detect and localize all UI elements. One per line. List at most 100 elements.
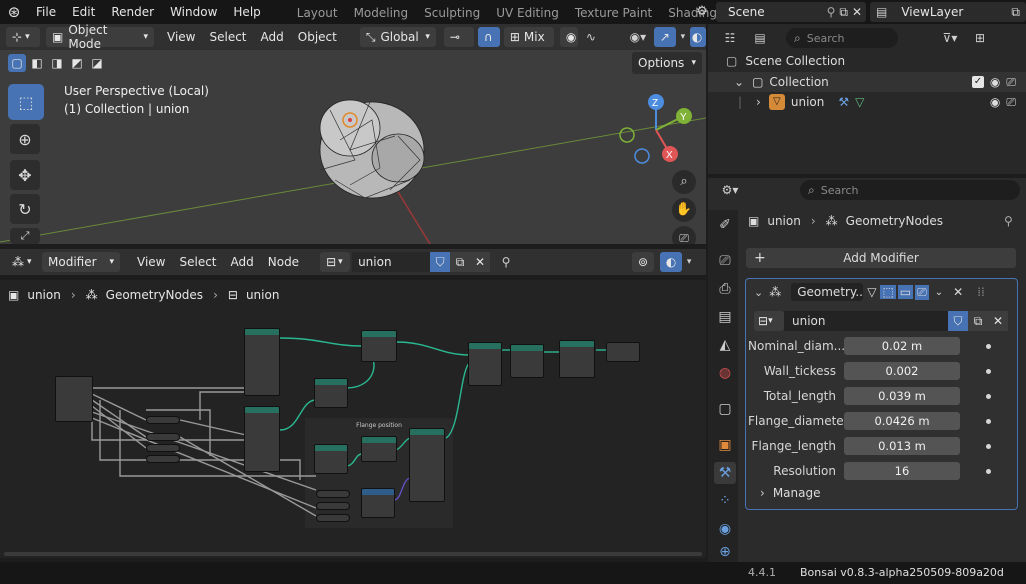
pivot-dropdown[interactable]: ⊸ [443,27,474,47]
viewport-display-toggle-icon[interactable]: ▭ [897,285,914,299]
transform-geometry-node[interactable] [409,428,445,502]
display-mode-icon[interactable]: ▤ [750,28,770,48]
falloff-icon[interactable]: ∿ [578,27,604,47]
edit-mode-toggle-icon[interactable]: ▽ [867,285,876,299]
param-value-field[interactable]: 16 [844,462,960,480]
node-menu-select[interactable]: Select [172,255,223,269]
visibility-icon[interactable]: ◉▾ [622,27,654,47]
merge-by-distance-node[interactable] [510,344,544,378]
divide-math-node-2[interactable] [146,444,180,452]
tab-sculpting[interactable]: Sculpting [416,0,488,24]
orientation-dropdown[interactable]: ⤡ Global ▾ [359,27,436,47]
tab-layout[interactable]: Layout [289,0,346,24]
node-snap-icon[interactable]: ⊚ [632,252,655,272]
3d-viewport[interactable]: ⬚ ⊕ ✥ ↻ ⤢ ▢ ◧ ◨ ◩ ◪ User Perspective (Lo… [0,50,706,244]
proportional-edit-toggle[interactable]: ◉ [559,27,578,47]
mesh-boolean-node[interactable] [468,342,502,386]
menu-view[interactable]: View [160,30,202,44]
options-dropdown[interactable]: Options ▾ [632,52,702,74]
keyframe-dot-icon[interactable] [986,443,991,449]
keyframe-dot-icon[interactable] [986,468,991,474]
gizmo-toggle[interactable]: ↗ [653,27,676,47]
curve-to-mesh-node[interactable] [361,330,397,362]
divide-math-node-4[interactable] [316,514,350,522]
node-pin-icon[interactable]: ⚲ [496,252,516,272]
param-value-field[interactable]: 0.013 m [844,437,960,455]
cursor-tool-button[interactable]: ⊕ [10,124,40,154]
overlay-toggle[interactable]: ◐ [689,27,706,47]
divide-math-node[interactable] [146,416,180,424]
modifier-tab-icon[interactable]: ⚒ [714,462,736,484]
node-group-name-field[interactable]: union [352,252,431,272]
duplicate-node-group-icon[interactable]: ⧉ [450,252,471,272]
physics-tab-icon[interactable]: ◉ [714,518,736,540]
param-value-field[interactable]: 0.002 [844,362,960,380]
tool-tab-icon[interactable]: ✐ [714,214,736,236]
zoom-icon[interactable]: ⌕ [672,170,696,194]
properties-pin-icon[interactable]: ⚲ [1004,214,1013,228]
duplicate-node-group-icon[interactable]: ⧉ [968,311,988,331]
node-editor-type-button[interactable]: ⁂ ▾ [6,252,38,272]
tab-modeling[interactable]: Modeling [346,0,417,24]
expand-arrow-icon[interactable]: › [756,95,761,109]
new-view-layer-icon[interactable]: ⧉ [1011,5,1020,20]
group-output-node[interactable] [606,342,640,362]
unlink-node-group-icon[interactable]: ✕ [470,252,491,272]
render-tab-icon[interactable]: ⎚ [714,250,736,272]
node-group-name-field[interactable]: union [784,311,948,331]
view-layer-selector[interactable]: ▤ ViewLayer ⧉ [870,2,1026,22]
divide-math-node-3[interactable] [316,490,350,498]
pin-icon[interactable]: ⚲ [827,5,836,19]
combine-xyz-node[interactable] [361,488,395,518]
select-invert-icon[interactable]: ◩ [68,54,86,72]
multiply-math-node[interactable] [146,455,180,463]
snap-toggle[interactable]: ∩ [477,27,500,47]
world-tab-icon[interactable]: ◍ [714,362,736,384]
curve-circle-node[interactable] [314,378,348,408]
eye-icon[interactable]: ◉ [990,75,1000,89]
add-modifier-button[interactable]: + Add Modifier [746,248,1016,268]
drag-handle-icon[interactable]: ⁞⁞ [977,285,985,299]
modifier-wrench-icon[interactable]: ⚒ [838,95,849,109]
node-editor-canvas[interactable]: ▣ union › ⁂ GeometryNodes › ⊟ union Flan… [0,280,706,558]
node-menu-add[interactable]: Add [224,255,261,269]
new-collection-icon[interactable]: ⊞ [970,28,990,48]
menu-window[interactable]: Window [162,0,225,24]
properties-options-dropdown[interactable]: ▾ [1022,180,1026,200]
render-toggle-icon[interactable]: ⎚ [915,284,929,300]
curve-to-mesh-node-2[interactable] [361,436,397,462]
keyframe-dot-icon[interactable] [986,418,991,424]
fake-user-shield-icon[interactable]: ⛉ [948,311,968,331]
scene-tab-icon[interactable]: ◭ [714,334,736,356]
mesh-data-icon[interactable]: ▽ [855,95,864,109]
param-value-field[interactable]: 0.039 m [844,387,960,405]
tab-uv-editing[interactable]: UV Editing [488,0,567,24]
unlink-node-group-icon[interactable]: ✕ [988,311,1008,331]
outliner-scene-collection[interactable]: ▢ Scene Collection [726,54,845,68]
exclude-checkbox[interactable]: ✓ [971,76,984,88]
gizmo-dropdown[interactable]: ▾ [676,27,690,47]
render-camera-icon[interactable]: ⎚ [1006,95,1016,110]
geometry-editor-type-dropdown[interactable]: Modifier ▾ [42,252,120,272]
render-camera-icon[interactable]: ⎚ [1006,75,1016,90]
tab-texture-paint[interactable]: Texture Paint [567,0,660,24]
view-layer-tab-icon[interactable]: ▤ [714,306,736,328]
select-subtract-icon[interactable]: ◨ [48,54,66,72]
collapse-arrow-icon[interactable]: ⌄ [754,286,763,299]
select-tool-button[interactable]: ⬚ [8,84,44,120]
curve-line-node-2[interactable] [244,406,280,472]
particles-tab-icon[interactable]: ⁘ [714,490,736,512]
subtract-math-node[interactable] [316,502,350,510]
node-group-browse-button[interactable]: ⊟ ▾ [320,252,351,272]
node-menu-view[interactable]: View [130,255,172,269]
union-mesh[interactable] [319,99,425,199]
select-intersect-icon[interactable]: ◪ [88,54,106,72]
properties-search-field[interactable]: ⌕ Search [800,180,1020,200]
param-value-field[interactable]: 0.02 m [844,337,960,355]
menu-add[interactable]: Add [254,30,291,44]
triangulate-node[interactable] [559,340,595,378]
param-value-field[interactable]: 0.0426 m [844,412,960,430]
outliner-editor-type-icon[interactable]: ☷ [720,28,740,48]
manage-subpanel-header[interactable]: › Manage [760,486,820,500]
navigation-gizmo[interactable]: Z Y X [612,90,702,170]
